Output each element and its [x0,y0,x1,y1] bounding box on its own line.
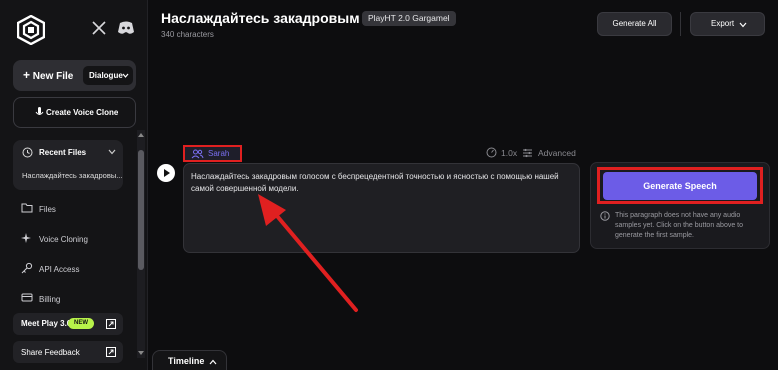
info-icon [600,211,610,221]
mode-select[interactable]: Dialogue [83,66,133,85]
sidebar-scrollbar-thumb[interactable] [138,150,144,270]
create-voice-clone-button[interactable]: Create Voice Clone [13,97,136,128]
sidebar-item-files[interactable]: Files [21,202,131,216]
play-button[interactable] [157,164,175,182]
export-label: Export [711,19,735,28]
speed-value: 1.0x [501,148,518,158]
new-file-label: New File [32,71,74,82]
scroll-down-icon[interactable] [137,350,145,356]
users-icon [191,149,204,159]
history-icon [22,147,33,158]
chevron-down-icon [122,73,129,78]
create-voice-clone-label: Create Voice Clone [46,108,119,117]
share-feedback-label: Share Feedback [21,348,80,357]
scroll-up-icon[interactable] [137,132,145,138]
share-feedback-button[interactable]: Share Feedback [13,341,123,363]
sliders-icon [523,148,532,158]
sidebar-item-label: Voice Cloning [39,235,88,244]
sidebar-item-label: Files [39,205,56,214]
sidebar-item-label: Billing [39,295,61,304]
sidebar-item-api-access[interactable]: API Access [21,262,131,276]
timeline-toggle[interactable]: Timeline [152,350,227,370]
recent-files-title: Recent Files [39,148,87,157]
speed-control[interactable]: 1.0x [486,147,517,160]
play-icon [164,169,170,177]
chevron-up-icon [209,359,217,365]
meet-play-banner[interactable]: Meet Play 3.0 NEW [13,313,123,335]
external-link-icon [106,347,116,357]
mode-select-label: Dialogue [89,71,123,80]
header-divider [680,12,681,36]
playht-logo-icon[interactable] [17,15,45,45]
new-badge: NEW [68,318,94,329]
generate-all-button[interactable]: Generate All [597,12,672,36]
discord-icon[interactable] [117,20,135,36]
generate-speech-button[interactable]: Generate Speech [603,172,757,200]
speaker-selector[interactable]: Sarah [183,145,242,162]
sidebar-item-label: API Access [39,265,80,274]
no-audio-samples-note: This paragraph does not have any audio s… [615,212,744,239]
microphone-icon [35,107,44,115]
app-window: + New File Dialogue Create Voice Clone R… [0,0,778,370]
recent-file-item[interactable]: Наслаждайтесь закадровы... [22,171,122,180]
advanced-label: Advanced [538,148,576,158]
model-tag[interactable]: PlayHT 2.0 Gargamel [362,11,456,26]
chevron-down-icon [739,22,747,28]
folder-icon [21,203,33,213]
plus-icon: + [23,68,31,82]
timeline-label: Timeline [168,356,205,366]
sparkle-icon [21,233,31,243]
advanced-settings-button[interactable]: Advanced [522,147,576,160]
sidebar-item-voice-cloning[interactable]: Voice Cloning [21,232,131,246]
paragraph-text[interactable]: Наслаждайтесь закадровым голосом с беспр… [191,171,571,194]
billing-icon [21,293,33,302]
sidebar-item-billing[interactable]: Billing [21,292,131,306]
external-link-icon [106,319,116,329]
export-button[interactable]: Export [690,12,765,36]
recent-files-panel[interactable]: Recent Files Наслаждайтесь закадровы... [13,140,123,190]
speedometer-icon [486,147,497,158]
sidebar: + New File Dialogue Create Voice Clone R… [0,0,148,370]
chevron-down-icon[interactable] [108,149,116,155]
character-count: 340 characters [161,30,214,39]
key-icon [21,262,33,274]
x-twitter-icon[interactable] [91,20,107,36]
meet-play-label: Meet Play 3.0 [21,319,72,328]
paragraph-editor[interactable]: Наслаждайтесь закадровым голосом с беспр… [183,163,580,253]
speaker-name: Sarah [208,149,230,158]
